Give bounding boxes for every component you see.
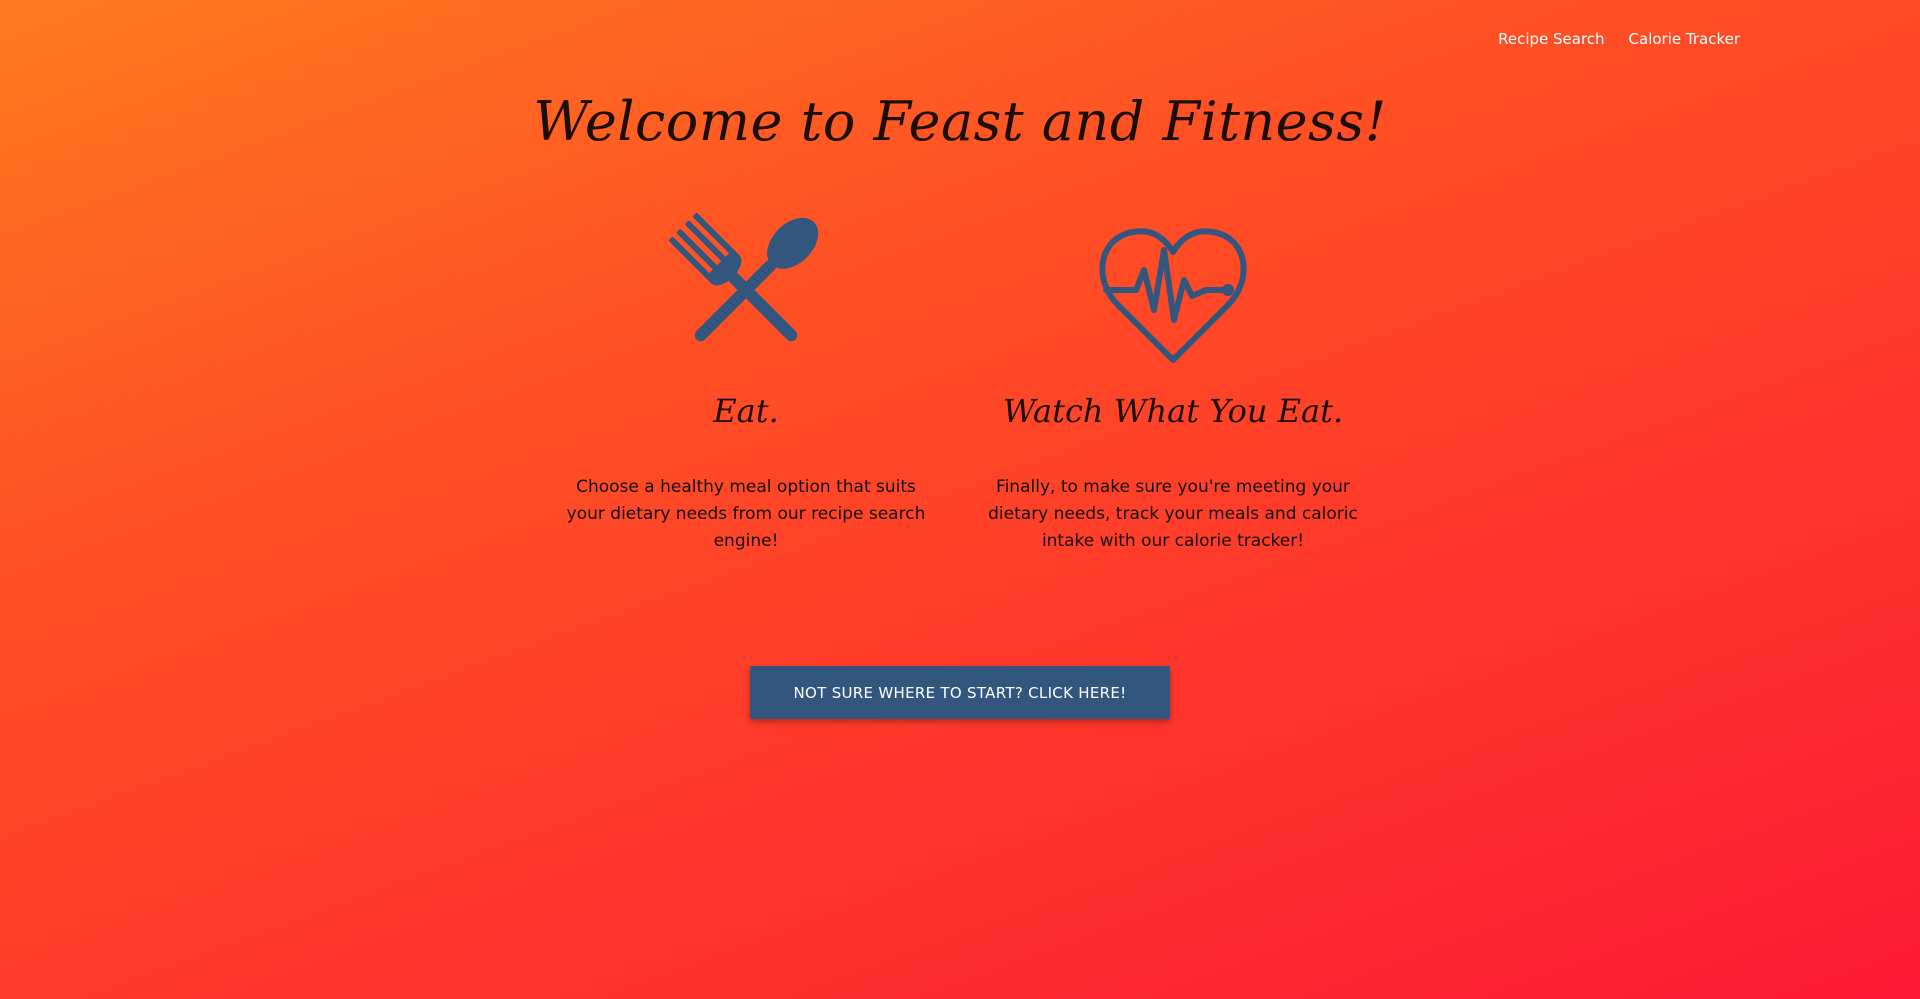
feature-watch-text: Finally, to make sure you're meeting you… [988,477,1358,551]
feature-eat: Eat. Choose a healthy meal option that s… [556,210,936,555]
fork-spoon-icon [556,210,936,370]
heartbeat-icon [983,210,1363,370]
feature-watch-heading: Watch What You Eat. [1002,392,1344,430]
nav-recipe-search-link[interactable]: Recipe Search [1498,30,1604,48]
feature-watch: Watch What You Eat. Finally, to make sur… [983,210,1363,555]
page-background: Recipe Search Calorie Tracker Welcome to… [0,0,1920,999]
feature-eat-text: Choose a healthy meal option that suits … [566,477,926,551]
get-started-button[interactable]: NOT SURE WHERE TO START? CLICK HERE! [750,666,1170,719]
top-nav: Recipe Search Calorie Tracker [1498,30,1740,48]
page-title: Welcome to Feast and Fitness! [533,90,1387,153]
feature-eat-heading: Eat. [713,392,779,430]
nav-calorie-tracker-link[interactable]: Calorie Tracker [1629,30,1740,48]
